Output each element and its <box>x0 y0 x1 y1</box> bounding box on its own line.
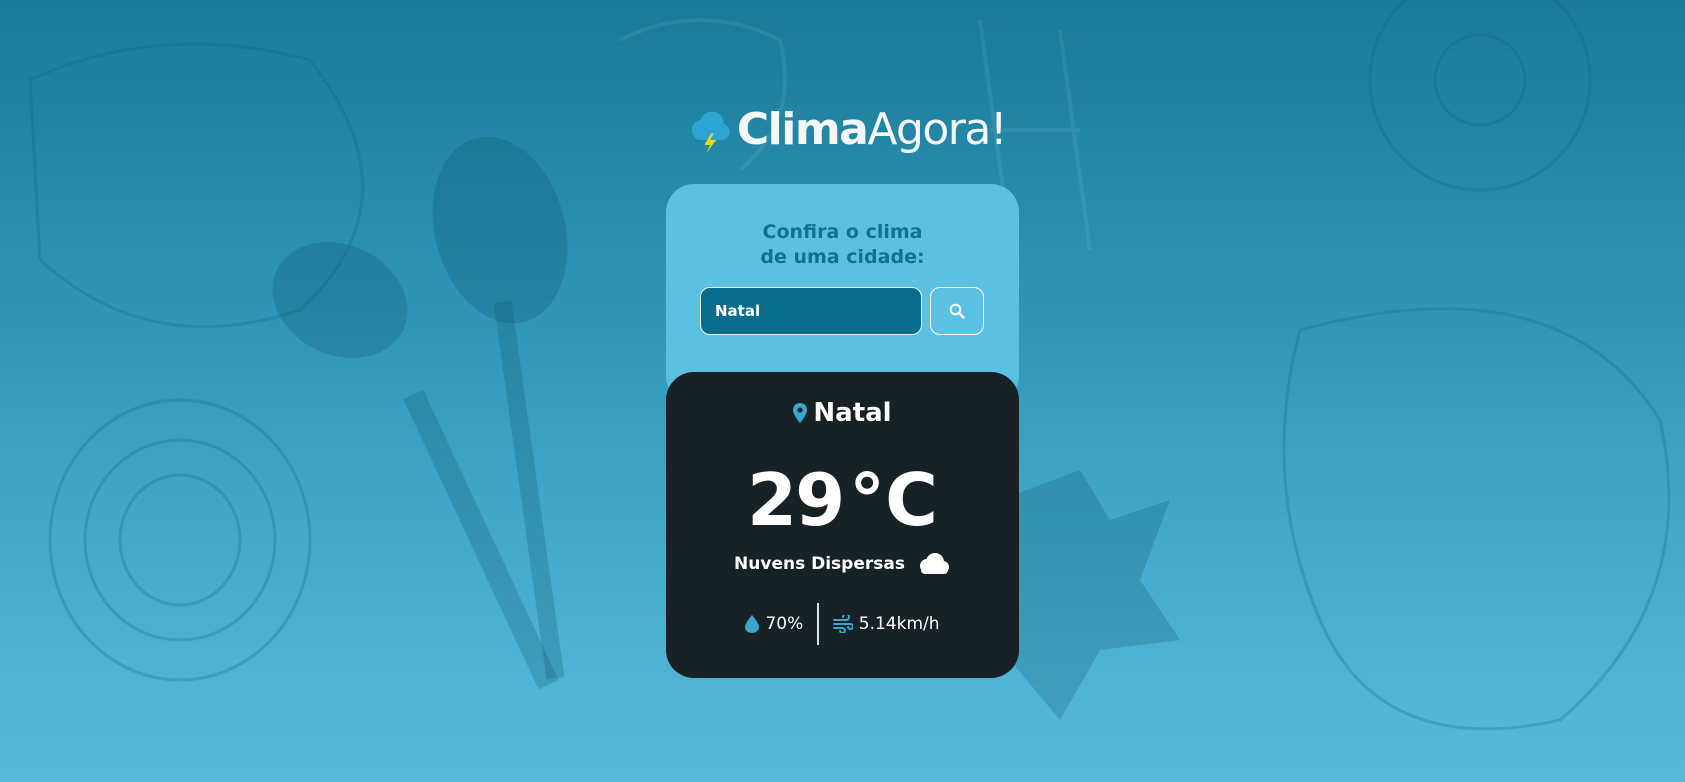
condition-row: Nuvens Dispersas <box>666 552 1019 576</box>
droplet-icon <box>745 615 760 633</box>
search-heading-line-1: Confira o clima <box>762 221 923 243</box>
city-name: Natal <box>813 398 892 428</box>
logo-name-light: Agora! <box>867 104 1007 155</box>
city-search-input[interactable] <box>700 287 922 335</box>
map-pin-icon <box>793 403 808 423</box>
logo-wordmark: ClimaAgora! <box>737 108 1008 152</box>
temperature-unit: °C <box>849 458 939 542</box>
storm-cloud-icon <box>691 111 730 154</box>
weather-details: 70% 5.14km/h <box>666 602 1019 646</box>
wind-value: 5.14km/h <box>858 614 940 634</box>
search-card: Confira o clima de uma cidade: <box>666 184 1019 404</box>
wind-detail: 5.14km/h <box>819 614 954 634</box>
app-logo: ClimaAgora! <box>686 98 1008 162</box>
logo-name-bold: Clima <box>736 104 869 155</box>
temperature-display: 29 °C <box>666 458 1019 542</box>
humidity-detail: 70% <box>731 614 817 634</box>
weather-description: Nuvens Dispersas <box>734 554 905 574</box>
cloud-icon <box>919 553 949 574</box>
wind-icon <box>832 615 853 633</box>
search-heading-line-2: de uma cidade: <box>760 246 925 268</box>
weather-card: Natal 29 °C Nuvens Dispersas 70% 5.14km/… <box>666 372 1019 678</box>
search-button[interactable] <box>930 287 984 335</box>
humidity-value: 70% <box>765 614 804 634</box>
location-row: Natal <box>666 398 1019 428</box>
temperature-value: 29 <box>746 458 845 542</box>
search-icon <box>949 303 965 319</box>
search-heading: Confira o clima de uma cidade: <box>666 220 1019 270</box>
